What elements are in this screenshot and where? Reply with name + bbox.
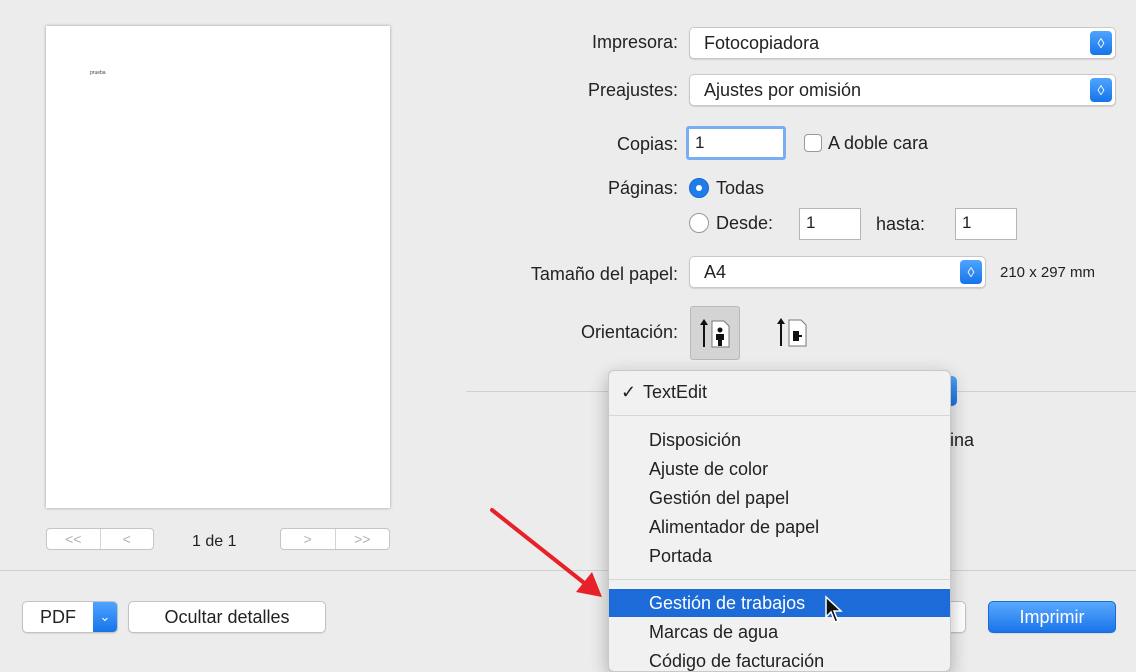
chevron-down-icon: ⌄ — [93, 602, 117, 632]
orientation-label: Orientación: — [580, 322, 678, 342]
menu-item-portada[interactable]: Portada — [609, 542, 950, 570]
presets-label: Preajustes: — [587, 80, 678, 100]
print-options-menu: ✓ TextEdit Disposición Ajuste de color Ge… — [608, 370, 951, 672]
paper-size-popup[interactable]: A4 ◊ — [689, 256, 986, 288]
preview-nav-back: << < — [46, 528, 154, 550]
pages-range-radio[interactable] — [689, 213, 709, 233]
menu-item-gestion-papel[interactable]: Gestión del papel — [609, 484, 950, 512]
preview-page-text: prueba — [90, 70, 106, 76]
two-sided-checkbox[interactable] — [804, 134, 822, 152]
pages-to-label: hasta: — [876, 214, 926, 234]
copies-field[interactable]: 1 — [686, 126, 786, 160]
orientation-portrait-button[interactable] — [690, 306, 740, 360]
menu-item-disposicion[interactable]: Disposición — [609, 426, 950, 454]
paper-size-stepper-icon: ◊ — [960, 260, 982, 284]
printer-stepper-icon: ◊ — [1090, 31, 1112, 55]
pages-from-field[interactable]: 1 — [799, 208, 861, 240]
page-indicator: 1 de 1 — [192, 533, 237, 550]
mouse-cursor-icon — [825, 595, 843, 623]
pdf-menu-button[interactable]: PDF ⌄ — [22, 601, 118, 633]
presets-popup[interactable]: Ajustes por omisión ◊ — [689, 74, 1116, 106]
landscape-orientation-icon — [777, 318, 807, 347]
preview-nav-forward: > >> — [280, 528, 390, 550]
next-page-button[interactable]: > — [281, 529, 335, 549]
annotation-arrow-icon — [490, 508, 602, 597]
pdf-label: PDF — [40, 607, 76, 627]
pages-from-label: Desde: — [716, 213, 774, 233]
paper-size-value: A4 — [704, 262, 727, 282]
menu-item-alimentador-papel[interactable]: Alimentador de papel — [609, 513, 950, 541]
menu-item-codigo-facturacion[interactable]: Código de facturación — [609, 647, 950, 671]
two-sided-label: A doble cara — [828, 133, 929, 153]
page-preview: prueba — [46, 26, 390, 508]
menu-item-marcas-agua[interactable]: Marcas de agua — [609, 618, 950, 646]
printer-label: Impresora: — [591, 32, 678, 52]
paper-size-label: Tamaño del papel: — [530, 264, 678, 284]
printer-popup[interactable]: Fotocopiadora ◊ — [689, 27, 1116, 59]
pages-all-radio[interactable] — [689, 178, 709, 198]
copies-label: Copias: — [616, 134, 678, 154]
menu-separator — [609, 415, 950, 416]
pages-all-label: Todas — [716, 178, 765, 198]
last-page-button[interactable]: >> — [334, 529, 390, 549]
printer-value: Fotocopiadora — [704, 33, 820, 53]
print-button[interactable]: Imprimir — [988, 601, 1116, 633]
paper-size-dims: 210 x 297 mm — [1000, 264, 1096, 281]
menu-separator — [609, 579, 950, 580]
previous-page-button[interactable]: < — [99, 529, 154, 549]
pages-label: Páginas: — [607, 178, 678, 198]
menu-item-textedit[interactable]: ✓ TextEdit — [609, 378, 950, 406]
presets-value: Ajustes por omisión — [704, 80, 862, 100]
checkmark-icon: ✓ — [621, 382, 637, 402]
hide-details-button[interactable]: Ocultar detalles — [128, 601, 326, 633]
menu-item-ajuste-color[interactable]: Ajuste de color — [609, 455, 950, 483]
menu-item-gestion-trabajos[interactable]: Gestión de trabajos — [609, 589, 950, 617]
presets-stepper-icon: ◊ — [1090, 78, 1112, 102]
obscured-option-text: ina — [950, 430, 975, 450]
orientation-landscape-button[interactable] — [768, 306, 816, 358]
pages-to-field[interactable]: 1 — [955, 208, 1017, 240]
first-page-button[interactable]: << — [47, 529, 100, 549]
portrait-orientation-icon — [700, 319, 730, 348]
